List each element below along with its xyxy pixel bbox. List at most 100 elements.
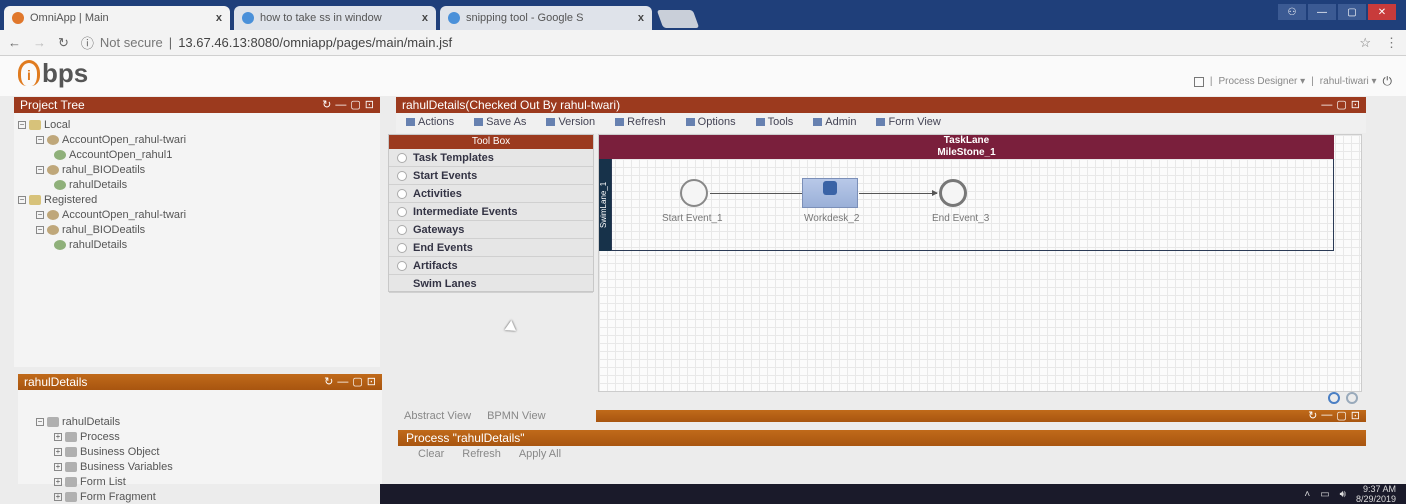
network-icon[interactable]: ▭: [1320, 489, 1329, 500]
connector[interactable]: [859, 190, 938, 196]
maximize-icon[interactable]: ▢: [1338, 4, 1366, 20]
expand-collapse-icon[interactable]: −: [18, 195, 26, 204]
toolbox-item[interactable]: Activities: [389, 185, 593, 203]
refresh-icon[interactable]: ↻: [322, 97, 331, 113]
restore-icon[interactable]: ▢: [1336, 97, 1346, 113]
tree-node[interactable]: − AccountOpen_rahul-twari: [18, 132, 186, 147]
tab-close-icon[interactable]: x: [638, 12, 644, 24]
close-window-icon[interactable]: ✕: [1368, 4, 1396, 20]
toolbox-item[interactable]: Gateways: [389, 221, 593, 239]
minimize-icon[interactable]: —: [335, 97, 346, 113]
taskbar-clock[interactable]: 9:37 AM 8/29/2019: [1356, 484, 1396, 504]
minimize-icon[interactable]: —: [337, 374, 348, 390]
details-tree-node[interactable]: + Form Fragment: [36, 489, 173, 504]
toolbar-refresh-button[interactable]: Refresh: [615, 116, 666, 128]
details-tree-node[interactable]: + Business Object: [36, 444, 173, 459]
tab-close-icon[interactable]: x: [422, 12, 428, 24]
back-icon[interactable]: ←: [8, 35, 21, 50]
toolbox-item[interactable]: Artifacts: [389, 257, 593, 275]
milestone-title[interactable]: MileStone_1: [599, 147, 1334, 159]
restore-icon[interactable]: ▢: [352, 374, 362, 390]
url-field[interactable]: ⓘ Not secure | 13.67.46.13:8080/omniapp/…: [81, 33, 452, 52]
user-icon[interactable]: ⚇: [1278, 4, 1306, 20]
refresh-icon[interactable]: ↻: [324, 374, 333, 390]
maximize-icon[interactable]: ⊡: [367, 374, 376, 390]
expand-collapse-icon[interactable]: +: [54, 462, 62, 471]
minimize-icon[interactable]: —: [1321, 97, 1332, 113]
expand-collapse-icon[interactable]: +: [54, 447, 62, 456]
clear-button[interactable]: Clear: [418, 448, 444, 460]
tab-bpmn-view[interactable]: BPMN View: [487, 410, 545, 422]
browser-tab-search-1[interactable]: how to take ss in window x: [234, 6, 436, 30]
zoom-out-icon[interactable]: [1346, 392, 1358, 404]
tab-close-icon[interactable]: x: [216, 12, 222, 24]
bookmark-star-icon[interactable]: ☆: [1359, 35, 1371, 51]
toolbox-item[interactable]: Swim Lanes: [389, 275, 593, 293]
expand-collapse-icon[interactable]: −: [36, 210, 44, 219]
maximize-icon[interactable]: ⊡: [1351, 97, 1360, 113]
project-icon: [47, 164, 59, 175]
tree-node[interactable]: AccountOpen_rahul1: [18, 147, 186, 162]
workdesk-node[interactable]: [802, 178, 858, 208]
expand-collapse-icon[interactable]: −: [36, 165, 44, 174]
expand-collapse-icon[interactable]: −: [36, 225, 44, 234]
expand-collapse-icon[interactable]: +: [54, 492, 62, 501]
tree-node[interactable]: rahulDetails: [18, 177, 186, 192]
toolbox-item[interactable]: End Events: [389, 239, 593, 257]
connector[interactable]: [710, 190, 811, 196]
toolbar-tools-button[interactable]: Tools: [756, 116, 794, 128]
toolbox-item[interactable]: Task Templates: [389, 149, 593, 167]
toolbar-actions-button[interactable]: Actions: [406, 116, 454, 128]
restore-icon[interactable]: ▢: [1336, 409, 1346, 422]
toolbar-form-view-button[interactable]: Form View: [876, 116, 940, 128]
refresh-button[interactable]: Refresh: [462, 448, 501, 460]
toolbox-item[interactable]: Intermediate Events: [389, 203, 593, 221]
window-toggle-icon[interactable]: [1193, 76, 1204, 87]
browser-tab-search-2[interactable]: snipping tool - Google S x: [440, 6, 652, 30]
maximize-icon[interactable]: ⊡: [1351, 409, 1360, 422]
process-canvas[interactable]: TaskLane MileStone_1 SwimLane_1 Start Ev…: [598, 134, 1362, 392]
expand-collapse-icon[interactable]: −: [18, 120, 26, 129]
expand-collapse-icon[interactable]: +: [54, 477, 62, 486]
tree-node[interactable]: rahulDetails: [18, 237, 186, 252]
details-tree-node[interactable]: − rahulDetails: [36, 414, 173, 429]
apply-all-button[interactable]: Apply All: [519, 448, 561, 460]
toolbar-save-as-button[interactable]: Save As: [474, 116, 526, 128]
tree-node[interactable]: − AccountOpen_rahul-twari: [18, 207, 186, 222]
refresh-icon[interactable]: ↻: [1308, 409, 1317, 422]
tree-node[interactable]: − rahul_BIODeatils: [18, 222, 186, 237]
expand-collapse-icon[interactable]: +: [54, 432, 62, 441]
power-icon[interactable]: ⏻: [1383, 74, 1393, 89]
menu-dots-icon[interactable]: ⋮: [1385, 35, 1398, 51]
tree-node[interactable]: − rahul_BIODeatils: [18, 162, 186, 177]
toolbar-version-button[interactable]: Version: [546, 116, 595, 128]
details-tree-node[interactable]: + Process: [36, 429, 173, 444]
browser-tab-omniapp[interactable]: OmniApp | Main x: [4, 6, 230, 30]
start-event-node[interactable]: [680, 179, 708, 207]
process-designer-menu[interactable]: Process Designer ▾: [1218, 76, 1305, 87]
volume-icon[interactable]: 🔊︎: [1340, 489, 1346, 500]
zoom-in-icon[interactable]: [1328, 392, 1340, 404]
maximize-icon[interactable]: ⊡: [365, 97, 374, 113]
forward-icon[interactable]: →: [33, 35, 46, 50]
tree-node[interactable]: − Registered: [18, 192, 186, 207]
reload-icon[interactable]: ↻: [58, 35, 69, 51]
expand-collapse-icon[interactable]: −: [36, 135, 44, 144]
minimize-icon[interactable]: —: [1321, 409, 1332, 422]
tab-abstract-view[interactable]: Abstract View: [404, 410, 471, 422]
toolbar-admin-button[interactable]: Admin: [813, 116, 856, 128]
swimlane-label[interactable]: SwimLane_1: [599, 159, 611, 251]
restore-icon[interactable]: ▢: [350, 97, 360, 113]
end-event-node[interactable]: [939, 179, 967, 207]
toolbox-item[interactable]: Start Events: [389, 167, 593, 185]
new-tab-button[interactable]: [656, 10, 700, 28]
details-tree-node[interactable]: + Business Variables: [36, 459, 173, 474]
tree-node[interactable]: − Local: [18, 117, 186, 132]
tray-arrow-icon[interactable]: ˄: [1304, 489, 1310, 500]
tree-node-label: rahul_BIODeatils: [62, 223, 146, 236]
details-tree-node[interactable]: + Form List: [36, 474, 173, 489]
user-menu[interactable]: rahul-tiwari ▾: [1320, 76, 1377, 87]
expand-collapse-icon[interactable]: −: [36, 417, 44, 426]
minimize-icon[interactable]: —: [1308, 4, 1336, 20]
toolbar-options-button[interactable]: Options: [686, 116, 736, 128]
